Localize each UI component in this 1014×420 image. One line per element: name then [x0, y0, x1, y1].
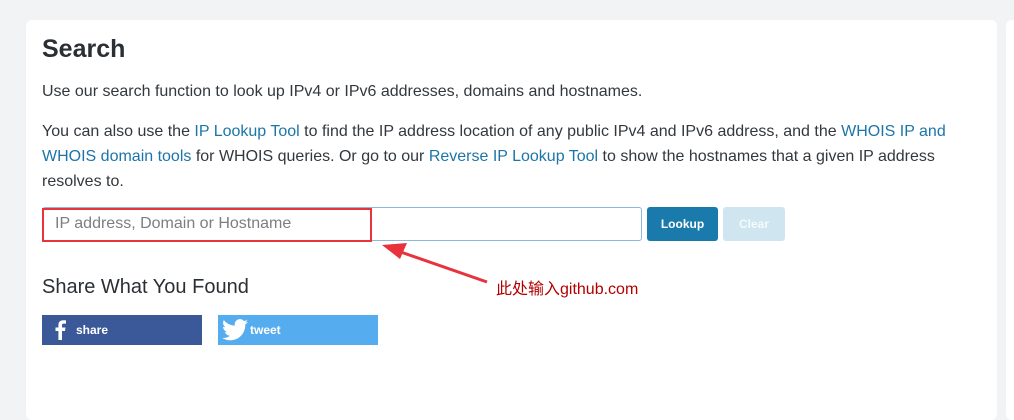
- share-title: Share What You Found: [42, 276, 249, 298]
- twitter-icon: [220, 319, 250, 341]
- twitter-tweet-label: tweet: [250, 323, 281, 337]
- annotation-note: 此处输入github.com: [496, 281, 639, 298]
- twitter-tweet-button[interactable]: tweet: [218, 315, 378, 345]
- facebook-share-button[interactable]: share: [42, 315, 202, 345]
- facebook-icon: [44, 320, 76, 340]
- facebook-share-label: share: [76, 323, 109, 337]
- annotation-arrow-icon: [382, 243, 488, 284]
